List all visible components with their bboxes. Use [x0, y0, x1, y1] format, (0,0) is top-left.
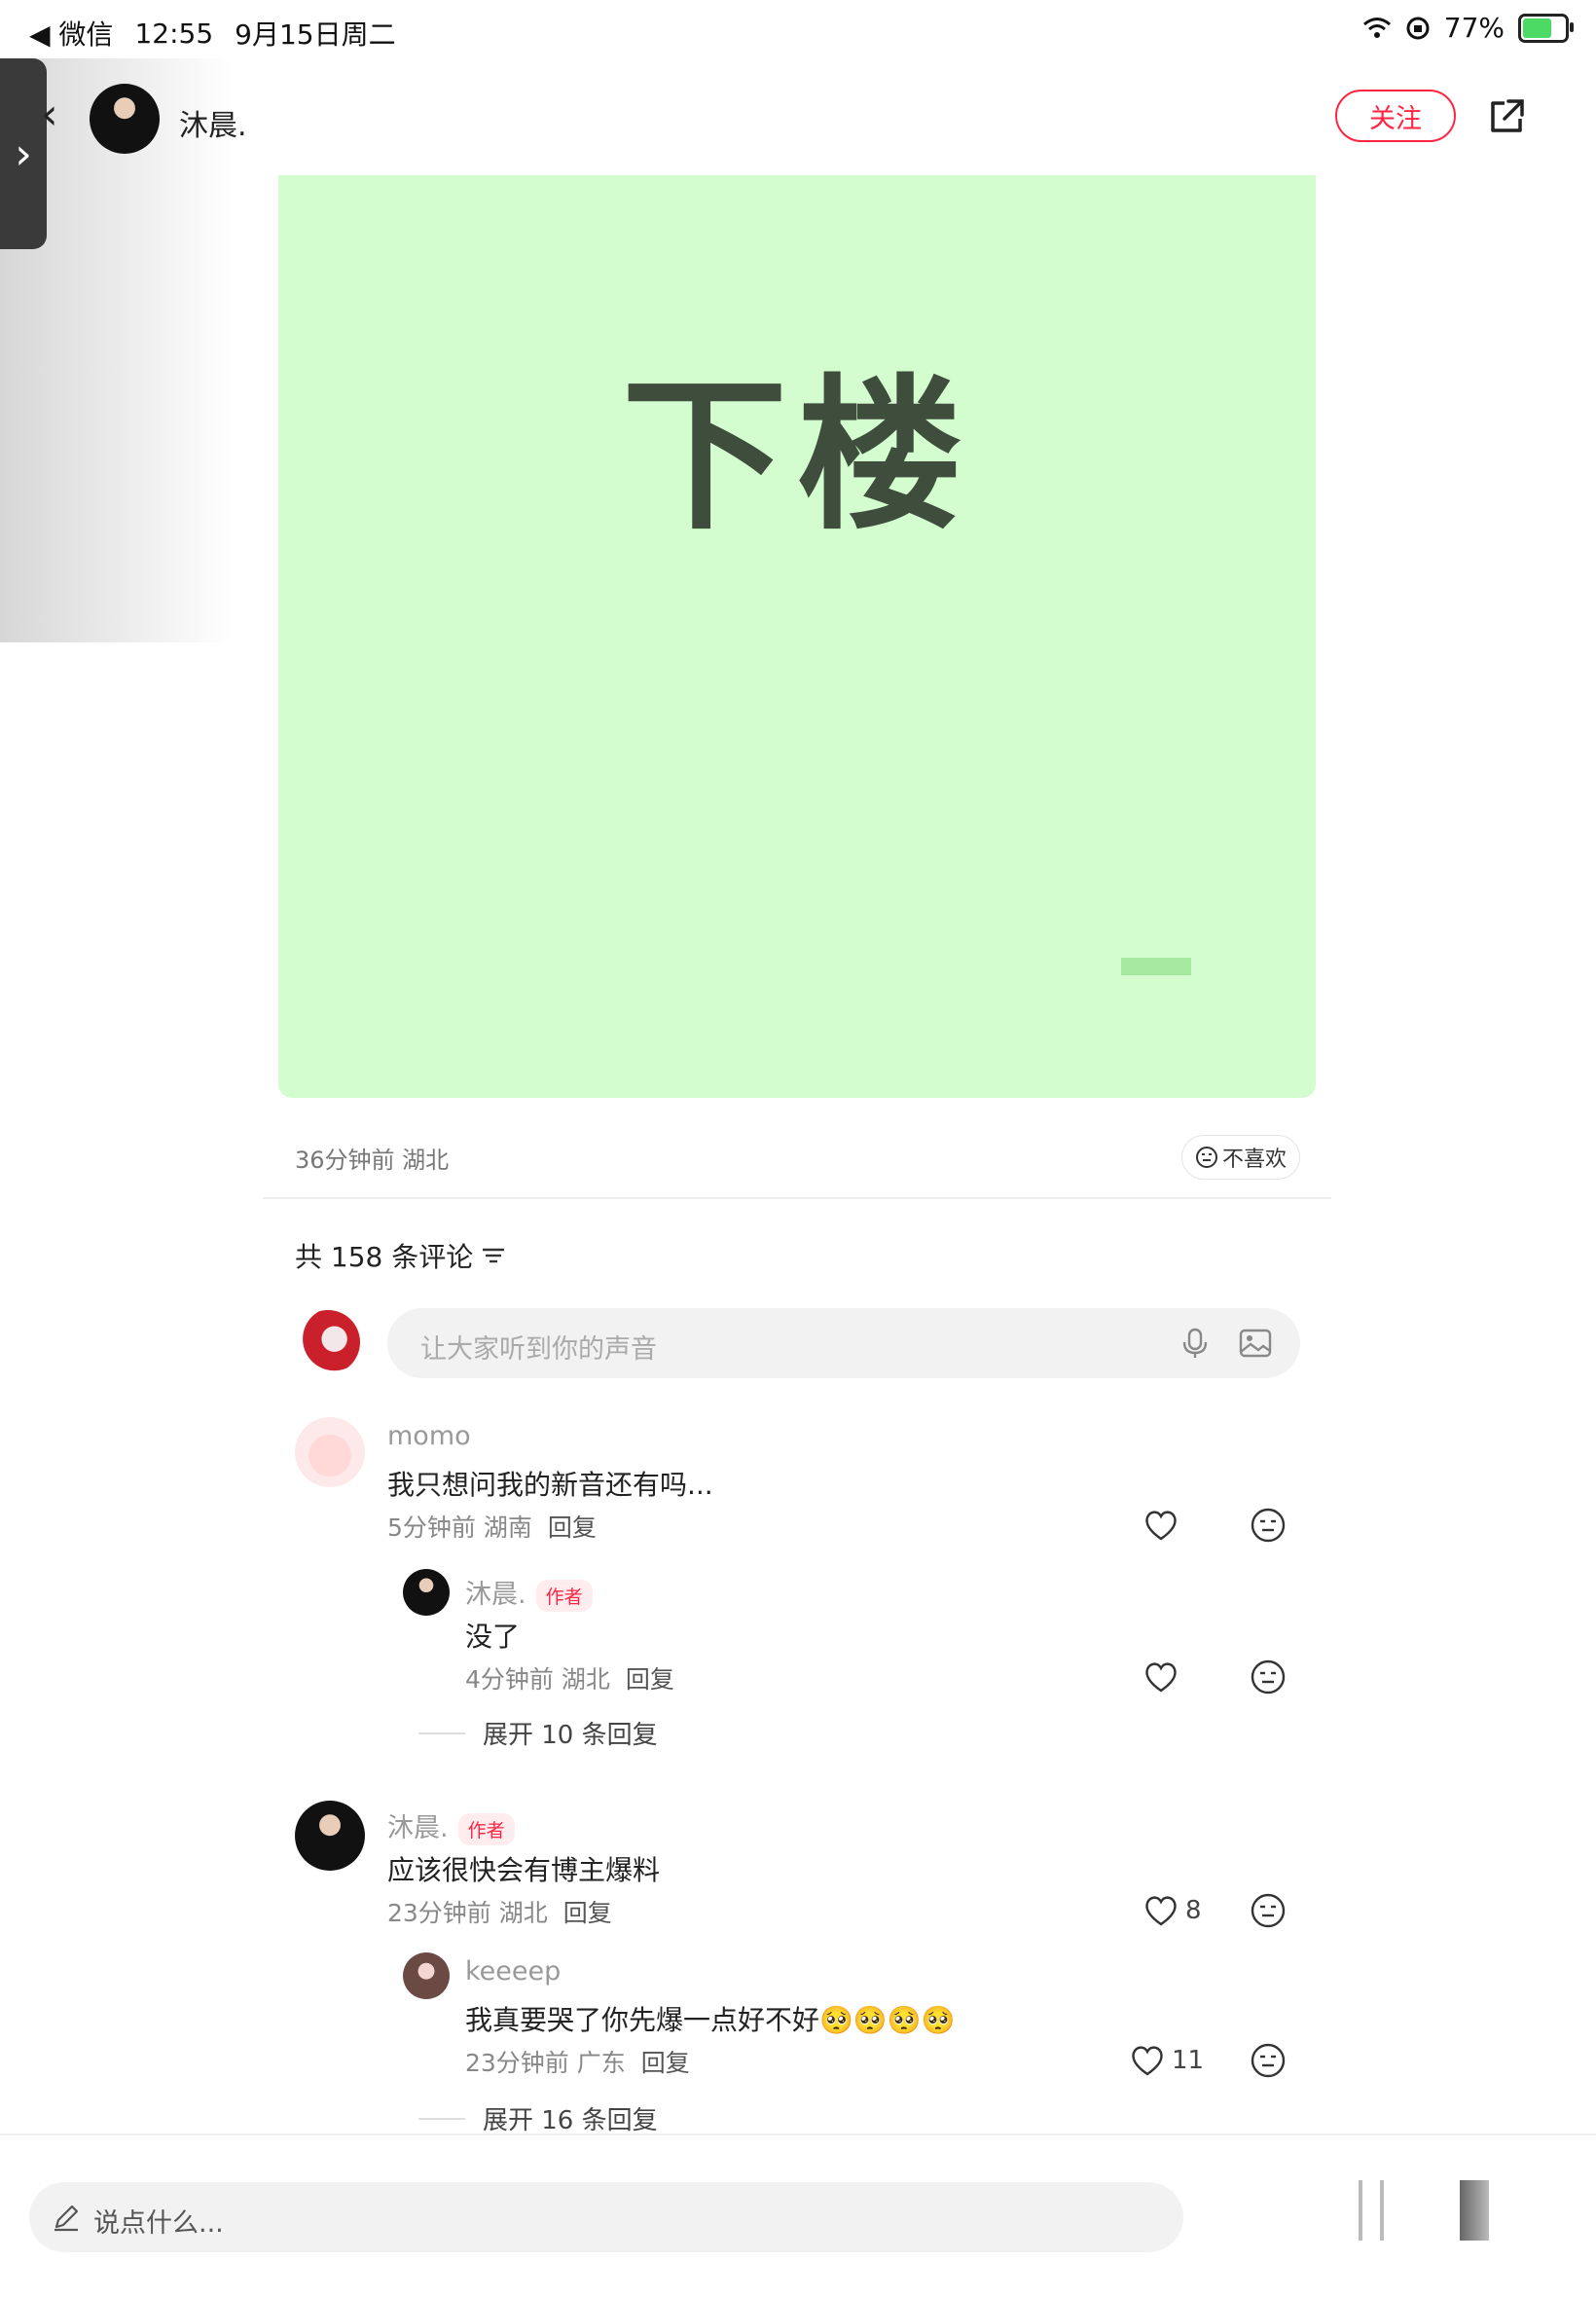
comment-count-label: 共 158 条评论: [295, 1241, 474, 1273]
expand-line: [418, 1732, 465, 1734]
replier-name[interactable]: keeeep: [465, 1956, 561, 1987]
bottom-action-placeholder: [1460, 2180, 1489, 2241]
dislike-face-icon[interactable]: [1250, 1892, 1287, 1929]
post-time-location: 36分钟前 湖北: [295, 1147, 450, 1174]
heart-icon: [1145, 1511, 1177, 1541]
expand-line: [418, 2117, 465, 2120]
status-bar: ◀ 微信 12:55 9月15日周二 77%: [0, 0, 1596, 58]
reply-time-location: 4分钟前 湖北: [465, 1665, 610, 1694]
expand-replies-button[interactable]: 展开 16 条回复: [418, 2100, 658, 2136]
like-count: 11: [1172, 2046, 1205, 2075]
expand-replies-button[interactable]: 展开 10 条回复: [418, 1715, 658, 1751]
dislike-face-icon[interactable]: [1250, 1659, 1287, 1695]
expand-replies-label: 展开 16 条回复: [483, 2106, 658, 2135]
pen-icon: [54, 2205, 79, 2232]
bottom-action-placeholder: [1359, 2180, 1362, 2241]
commenter-name[interactable]: 沐晨.: [387, 1813, 449, 1843]
reply-meta: 4分钟前 湖北 回复: [465, 1660, 674, 1695]
like-button[interactable]: [1143, 1507, 1185, 1544]
battery-percent: 77%: [1443, 12, 1505, 44]
reply-text: 没了: [465, 1621, 521, 1653]
replier-name-row: 沐晨. 作者: [465, 1573, 593, 1612]
back-to-app-link[interactable]: ◀ 微信: [29, 14, 113, 53]
my-avatar: [296, 1310, 360, 1374]
microphone-icon[interactable]: [1178, 1326, 1213, 1361]
heart-icon: [1132, 2046, 1163, 2076]
like-button[interactable]: [1143, 1659, 1185, 1695]
post-image[interactable]: 下楼: [278, 175, 1316, 1098]
replier-name[interactable]: 沐晨.: [465, 1580, 526, 1610]
battery-icon: [1518, 13, 1574, 43]
like-button[interactable]: 8: [1143, 1892, 1202, 1929]
author-avatar[interactable]: [90, 84, 160, 154]
share-icon[interactable]: [1485, 95, 1528, 138]
heart-icon: [1145, 1662, 1177, 1693]
divider: [263, 1197, 1331, 1199]
heart-icon: [1145, 1896, 1177, 1926]
side-drawer-handle[interactable]: ›: [0, 58, 47, 249]
comment-text: 应该很快会有博主爆料: [387, 1854, 661, 1886]
bottom-bar-divider: [0, 2133, 1596, 2135]
comment-meta: 23分钟前 湖北 回复: [387, 1894, 612, 1929]
reply-button[interactable]: 回复: [548, 1513, 597, 1542]
bottom-comment-input[interactable]: 说点什么...: [29, 2182, 1183, 2252]
replier-avatar[interactable]: [403, 1569, 450, 1616]
post-image-mark: [1121, 958, 1191, 975]
expand-replies-label: 展开 10 条回复: [483, 1721, 658, 1750]
orientation-lock-icon: [1406, 17, 1430, 39]
comment-meta: 5分钟前 湖南 回复: [387, 1509, 597, 1544]
like-count: 8: [1185, 1896, 1202, 1925]
bottom-input-placeholder: 说点什么...: [93, 2208, 224, 2239]
status-date: 9月15日周二: [235, 18, 396, 51]
back-icon[interactable]: ‹: [41, 90, 58, 139]
dislike-face-icon[interactable]: [1250, 1507, 1287, 1544]
dislike-label: 不喜欢: [1221, 1148, 1287, 1172]
neutral-face-icon: [1195, 1147, 1217, 1168]
battery-fill: [1523, 18, 1551, 38]
author-tag: 作者: [535, 1580, 593, 1612]
comment-input[interactable]: 让大家听到你的声音: [387, 1308, 1300, 1378]
commenter-name-row: 沐晨. 作者: [387, 1806, 515, 1845]
commenter-avatar[interactable]: [295, 1417, 365, 1487]
dislike-face-icon[interactable]: [1250, 2042, 1287, 2079]
bottom-action-placeholder: [1380, 2180, 1384, 2241]
author-tag: 作者: [457, 1813, 515, 1845]
comment-text: 我只想问我的新音还有吗...: [387, 1469, 713, 1501]
follow-button[interactable]: 关注: [1335, 90, 1456, 142]
chevron-right-icon: ›: [15, 128, 32, 179]
reply-button[interactable]: 回复: [563, 1899, 612, 1927]
comment-count[interactable]: 共 158 条评论: [295, 1236, 506, 1275]
image-icon[interactable]: [1238, 1326, 1273, 1361]
like-button[interactable]: 11: [1129, 2042, 1204, 2079]
wifi-icon: [1362, 17, 1391, 38]
reply-time-location: 23分钟前 广东: [465, 2049, 626, 2077]
reply-button[interactable]: 回复: [641, 2049, 690, 2077]
status-time: 12:55: [134, 17, 214, 50]
comment-time-location: 23分钟前 湖北: [387, 1899, 548, 1927]
replier-avatar[interactable]: [403, 1952, 450, 1999]
dislike-button[interactable]: 不喜欢: [1181, 1135, 1300, 1180]
comment-input-placeholder: 让大家听到你的声音: [420, 1334, 657, 1365]
comment-time-location: 5分钟前 湖南: [387, 1513, 532, 1542]
commenter-name[interactable]: momo: [387, 1421, 471, 1451]
commenter-avatar[interactable]: [295, 1801, 365, 1871]
reply-button[interactable]: 回复: [626, 1665, 674, 1694]
reply-text: 我真要哭了你先爆一点好不好🥺🥺🥺🥺: [465, 2004, 956, 2036]
sort-icon: [483, 1248, 505, 1263]
reply-meta: 23分钟前 广东 回复: [465, 2044, 690, 2079]
post-image-text: 下楼: [621, 360, 972, 553]
author-name[interactable]: 沐晨.: [179, 101, 247, 144]
